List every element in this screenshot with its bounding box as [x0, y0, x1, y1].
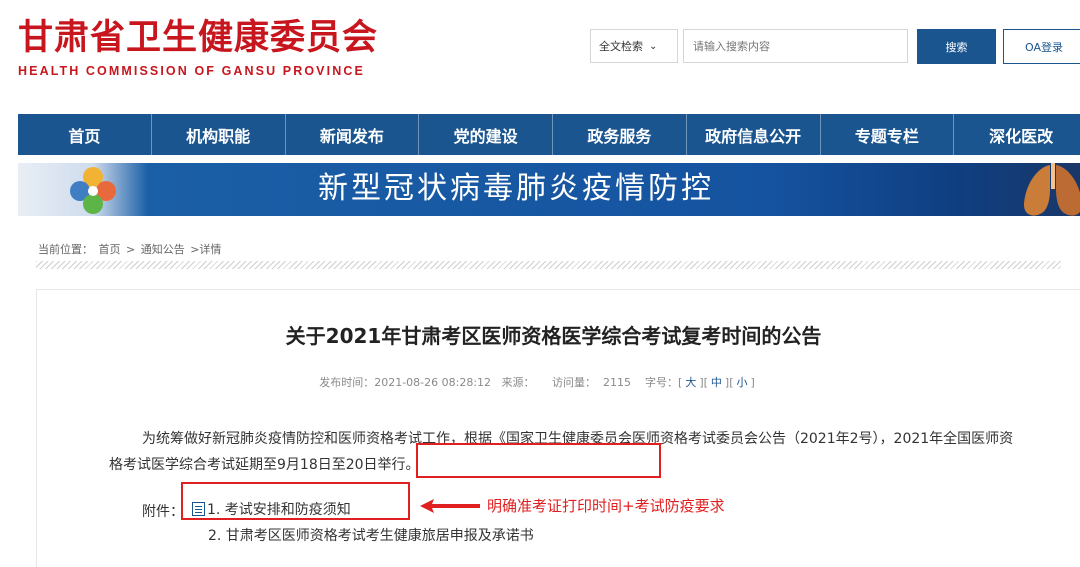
breadcrumb-section[interactable]: 通知公告 — [141, 243, 185, 256]
site-logo[interactable]: 甘肃省卫生健康委员会 HEALTH COMMISSION OF GANSU PR… — [18, 18, 378, 78]
search-input[interactable] — [683, 29, 908, 63]
breadcrumb-home[interactable]: 首页 — [99, 243, 121, 256]
publish-label: 发布时间： — [319, 376, 375, 389]
publish-time: 2021-08-26 08:28:12 — [374, 376, 492, 389]
nav-item-organization[interactable]: 机构职能 — [152, 114, 286, 155]
chevron-down-icon: ⌄ — [649, 40, 658, 52]
logo-english: HEALTH COMMISSION OF GANSU PROVINCE — [18, 64, 365, 78]
article-meta: 发布时间：2021-08-26 08:28:12 来源： 访问量： 2115 字… — [319, 376, 755, 389]
red-arrow-left-icon — [420, 499, 480, 513]
breadcrumb-current: >详情 — [190, 243, 222, 256]
nav-item-reform[interactable]: 深化医改 — [954, 114, 1080, 155]
search-scope-value: 全文检索 — [599, 40, 643, 53]
views-label: 访问量： — [552, 376, 597, 389]
lungs-icon — [1023, 163, 1080, 216]
breadcrumb: 当前位置： 首页 > 通知公告 >详情 — [38, 241, 223, 257]
main-nav: 首页 机构职能 新闻发布 党的建设 政务服务 政府信息公开 专题专栏 深化医改 — [18, 114, 1080, 155]
nav-item-home[interactable]: 首页 — [18, 114, 152, 155]
logo-chinese: 甘肃省卫生健康委员会 — [18, 18, 379, 58]
banner-title: 新型冠状病毒肺炎疫情防控 — [318, 171, 714, 206]
breadcrumb-label: 当前位置： — [38, 243, 93, 256]
article-panel: 关于2021年甘肃考区医师资格医学综合考试复考时间的公告 发布时间：2021-0… — [36, 289, 1080, 567]
hatch-divider — [36, 261, 1061, 269]
highlight-box-exam-dates — [416, 443, 661, 478]
fontsize-label: 字号： — [645, 376, 679, 389]
nav-item-topics[interactable]: 专题专栏 — [821, 114, 955, 155]
nav-item-party[interactable]: 党的建设 — [419, 114, 553, 155]
attachment-link-2[interactable]: 2. 甘肃考区医师资格考试考生健康旅居申报及承诺书 — [208, 525, 534, 545]
oa-login-button[interactable]: OA登录 — [1003, 29, 1080, 64]
search-button[interactable]: 搜索 — [917, 29, 996, 64]
nav-item-disclosure[interactable]: 政府信息公开 — [687, 114, 821, 155]
font-size-large-button[interactable]: 大 — [685, 376, 696, 389]
annotation-text: 明确准考证打印时间+考试防疫要求 — [487, 497, 725, 515]
highlight-box-attachment — [181, 482, 410, 520]
breadcrumb-separator: > — [126, 243, 136, 256]
search-scope-select[interactable]: 全文检索 ⌄ — [590, 29, 678, 63]
covid-banner[interactable]: 新型冠状病毒肺炎疫情防控 — [18, 163, 1080, 216]
font-size-medium-button[interactable]: 中 — [711, 376, 722, 389]
article-title: 关于2021年甘肃考区医师资格医学综合考试复考时间的公告 — [285, 324, 822, 348]
font-size-small-button[interactable]: 小 — [737, 376, 748, 389]
nav-item-news[interactable]: 新闻发布 — [286, 114, 420, 155]
nav-item-services[interactable]: 政务服务 — [553, 114, 687, 155]
attachment-label: 附件： — [142, 504, 184, 520]
clover-logo-icon — [70, 167, 116, 214]
views-count: 2115 — [603, 376, 632, 389]
source-label: 来源： — [501, 376, 535, 389]
